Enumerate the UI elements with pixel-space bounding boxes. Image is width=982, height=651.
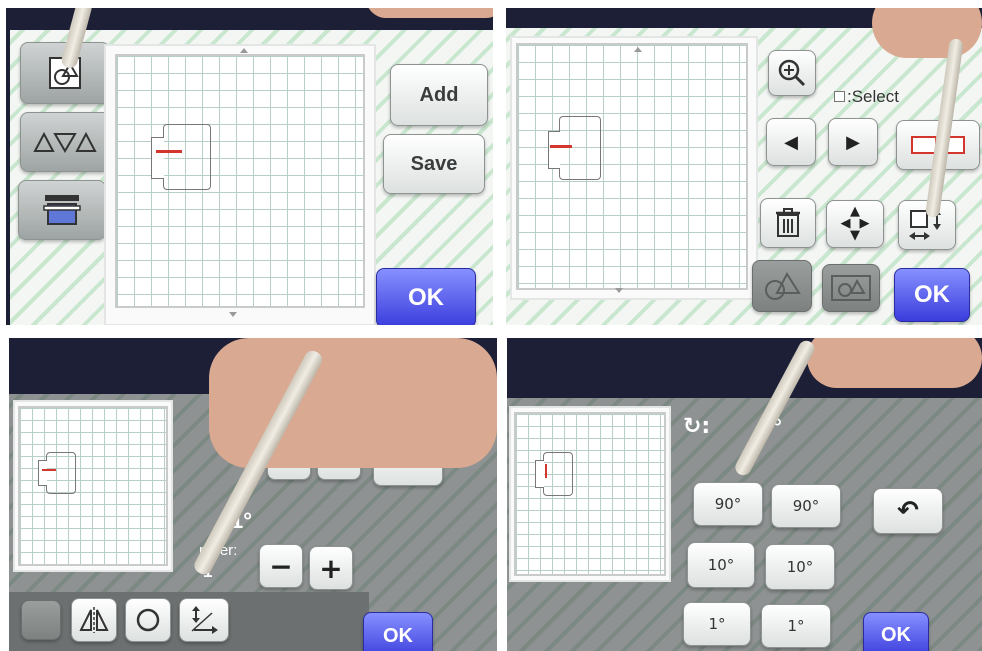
rotate-right-1-button[interactable]: 1° bbox=[761, 604, 831, 648]
shape-select-icon bbox=[765, 272, 801, 300]
resize-button[interactable] bbox=[179, 598, 229, 642]
ok-button-label: OK bbox=[914, 281, 950, 308]
resize-icon bbox=[191, 606, 218, 634]
rotate-left-10-button[interactable]: 10° bbox=[687, 542, 755, 588]
panel-main-menu: Add Save OK bbox=[6, 8, 493, 325]
mat-tray-icon bbox=[43, 195, 81, 225]
left-arrow-icon: ◀ bbox=[784, 131, 798, 153]
rotate-right-90-button[interactable]: 90° bbox=[771, 484, 841, 528]
next-button[interactable]: ▶ bbox=[828, 118, 878, 166]
shapes-button[interactable] bbox=[20, 112, 110, 172]
folder-shape bbox=[46, 452, 76, 494]
ok-button[interactable]: OK bbox=[894, 268, 970, 322]
panel-rotate-menu: ↻: ° 90° 90° ↶ 10° 10° 1° 1° OK bbox=[507, 338, 982, 651]
mirror-icon bbox=[79, 607, 109, 633]
cutting-mat-grid bbox=[18, 406, 168, 566]
cutting-mat-grid bbox=[514, 412, 666, 576]
screen: :Select ◀ ▶ ▲ ◀ ▶ ▼ OK bbox=[506, 28, 982, 325]
cut-line-marker bbox=[545, 464, 547, 478]
panel-edit-menu: :Select ◀ ▶ ▲ ◀ ▶ ▼ OK bbox=[506, 8, 982, 325]
ok-button-label: OK bbox=[408, 284, 444, 311]
ok-button-label: OK bbox=[881, 623, 911, 646]
previous-button[interactable]: ◀ bbox=[766, 118, 816, 166]
trash-icon bbox=[776, 208, 800, 237]
cut-line-marker bbox=[550, 145, 572, 148]
cutting-mat-grid bbox=[115, 54, 365, 308]
rotate-right-10-button[interactable]: 10° bbox=[765, 544, 835, 590]
add-button-label: Add bbox=[419, 83, 459, 106]
save-button-label: Save bbox=[410, 152, 458, 175]
hand bbox=[366, 8, 493, 18]
rotate-icon bbox=[136, 608, 160, 632]
rotate-button[interactable] bbox=[125, 598, 171, 642]
select-label: :Select bbox=[847, 87, 899, 106]
move-icon: ▲ ◀ ▶ ▼ bbox=[840, 204, 870, 243]
mat-tray-button[interactable] bbox=[18, 180, 106, 240]
rotate-left-1-label: 1° bbox=[708, 615, 726, 633]
hand bbox=[872, 8, 982, 58]
ok-button[interactable]: OK bbox=[863, 612, 929, 651]
rotate-left-90-button[interactable]: 90° bbox=[693, 482, 763, 526]
save-button[interactable]: Save bbox=[383, 134, 485, 194]
folder-shape bbox=[543, 452, 573, 496]
group-button[interactable] bbox=[822, 264, 880, 312]
rotate-left-10-label: 10° bbox=[707, 556, 735, 574]
screen: Add Save OK bbox=[10, 30, 493, 325]
zoom-icon bbox=[778, 59, 806, 87]
screen: ↻: ° 90° 90° ↶ 10° 10° 1° 1° OK bbox=[507, 398, 982, 651]
folder-tab bbox=[151, 137, 164, 179]
disabled-button bbox=[21, 600, 61, 640]
mat-bottom-indicator bbox=[615, 288, 623, 293]
mirror-button[interactable] bbox=[71, 598, 117, 642]
add-button[interactable]: Add bbox=[390, 64, 488, 126]
delete-button[interactable] bbox=[760, 198, 816, 248]
rotate-right-1-label: 1° bbox=[787, 617, 805, 635]
folder-shape bbox=[559, 116, 601, 180]
mat-bottom-indicator bbox=[229, 312, 237, 317]
rotate-left-1-button[interactable]: 1° bbox=[683, 602, 751, 646]
zoom-button[interactable] bbox=[768, 50, 816, 96]
ok-button-label: OK bbox=[383, 624, 413, 647]
ok-button[interactable]: OK bbox=[376, 268, 476, 325]
hand bbox=[807, 338, 982, 388]
undo-icon: ↶ bbox=[897, 496, 919, 526]
mat-top-indicator bbox=[634, 47, 642, 52]
group-icon bbox=[831, 275, 871, 301]
shapes-icon bbox=[33, 131, 97, 153]
rotate-icon: ↻: bbox=[683, 414, 711, 439]
minus-icon: − bbox=[269, 549, 293, 583]
select-checkbox[interactable] bbox=[834, 91, 845, 102]
folder-tab bbox=[535, 460, 544, 488]
shape-select-button[interactable] bbox=[752, 260, 812, 312]
plus-icon: + bbox=[319, 551, 343, 585]
undo-button[interactable]: ↶ bbox=[873, 488, 943, 534]
number-plus-button[interactable]: + bbox=[309, 546, 353, 590]
rotate-right-90-label: 90° bbox=[792, 497, 820, 515]
folder-shape bbox=[163, 124, 211, 190]
hand bbox=[209, 338, 497, 468]
number-minus-button[interactable]: − bbox=[259, 544, 303, 588]
mat-top-indicator bbox=[240, 48, 248, 53]
rotate-right-10-label: 10° bbox=[786, 558, 814, 576]
panel-size-menu: 1° mber: 1 + ✕ − + ↶ − + bbox=[9, 338, 497, 651]
cut-line-marker bbox=[156, 150, 182, 153]
cut-line-marker bbox=[42, 469, 56, 471]
folder-tab bbox=[548, 131, 560, 169]
right-arrow-icon: ▶ bbox=[846, 131, 860, 153]
ok-button[interactable]: OK bbox=[363, 612, 433, 651]
rotate-left-90-label: 90° bbox=[714, 495, 742, 513]
folder-tab bbox=[38, 460, 47, 486]
move-button[interactable]: ▲ ◀ ▶ ▼ bbox=[826, 200, 884, 248]
